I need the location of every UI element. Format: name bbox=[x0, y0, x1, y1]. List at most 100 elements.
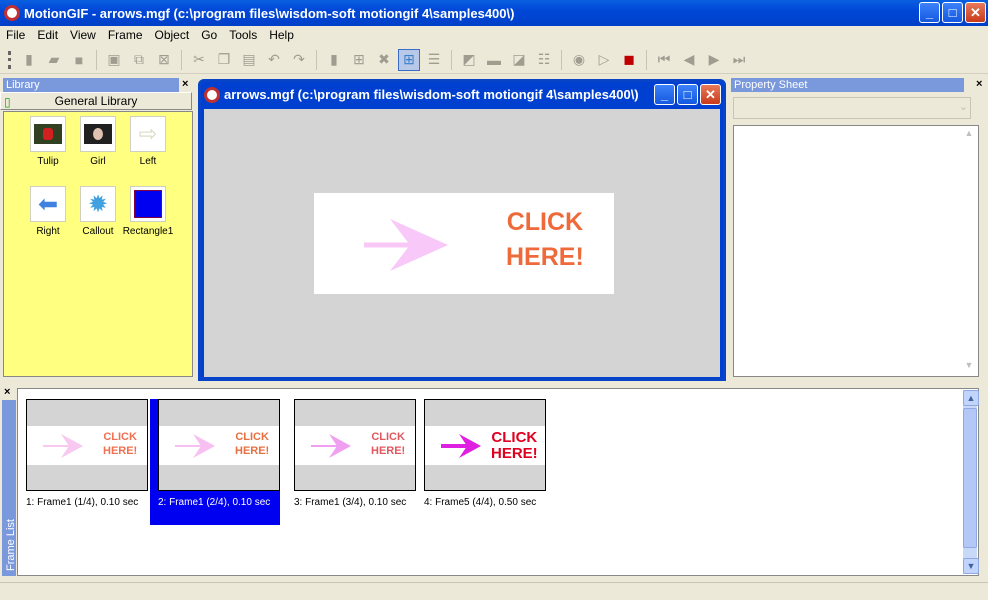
frame-list-scrollbar[interactable]: ▲ ▼ bbox=[962, 389, 979, 575]
toolbar-separator bbox=[451, 49, 452, 70]
open-icon[interactable]: ▰ bbox=[43, 49, 65, 71]
window-title: MotionGIF - arrows.mgf (c:\program files… bbox=[24, 5, 515, 21]
toolbar-separator bbox=[561, 49, 562, 70]
copy-icon[interactable]: ❐ bbox=[213, 49, 235, 71]
document-canvas[interactable]: CLICK HERE! bbox=[204, 109, 720, 377]
library-items-area: Tulip Girl ⇨ Left ⬅ Right ✹ Callout Rect… bbox=[3, 111, 193, 377]
undo-icon[interactable]: ↶ bbox=[263, 49, 285, 71]
property-list[interactable]: ▲ ▼ bbox=[733, 125, 979, 377]
animation-stage[interactable]: CLICK HERE! bbox=[314, 193, 614, 294]
preview-browser-icon[interactable]: ◉ bbox=[568, 49, 590, 71]
document-close-button[interactable]: ✕ bbox=[700, 84, 721, 105]
stop-icon[interactable]: ◼ bbox=[618, 49, 640, 71]
library-close-icon[interactable]: × bbox=[182, 78, 188, 90]
last-frame-icon[interactable]: ⏭ bbox=[728, 49, 750, 71]
frame-text: CLICK HERE! bbox=[371, 431, 406, 457]
page-icon[interactable]: ▮ bbox=[323, 49, 345, 71]
document-window: arrows.mgf (c:\program files\wisdom-soft… bbox=[198, 79, 726, 381]
library-item-label: Callout bbox=[82, 226, 114, 237]
toolbar-separator bbox=[181, 49, 182, 70]
maximize-button[interactable]: □ bbox=[942, 2, 963, 23]
checklist-icon[interactable]: ☷ bbox=[533, 49, 555, 71]
filmstrip-icon[interactable]: ▬ bbox=[483, 49, 505, 71]
property-sheet-close-icon[interactable]: × bbox=[976, 78, 982, 90]
previous-frame-icon[interactable]: ◀ bbox=[678, 49, 700, 71]
frame-text: CLICK HERE! bbox=[103, 431, 138, 457]
menu-file[interactable]: File bbox=[0, 28, 31, 42]
delete-frame-icon[interactable]: ⊠ bbox=[153, 49, 175, 71]
frame-item[interactable]: CLICK HERE! 4: Frame5 (4/4), 0.50 sec bbox=[416, 399, 546, 525]
frame-thumbnail: CLICK HERE! bbox=[26, 399, 148, 491]
cut-icon[interactable]: ✂ bbox=[188, 49, 210, 71]
document-title: arrows.mgf (c:\program files\wisdom-soft… bbox=[224, 87, 639, 102]
grid-icon[interactable]: ⊞ bbox=[348, 49, 370, 71]
property-sheet-title: Property Sheet bbox=[731, 78, 964, 92]
scroll-down-icon[interactable]: ▼ bbox=[962, 360, 976, 374]
paste-icon[interactable]: ▤ bbox=[238, 49, 260, 71]
image-properties-icon[interactable]: ◩ bbox=[458, 49, 480, 71]
document-title-bar: arrows.mgf (c:\program files\wisdom-soft… bbox=[201, 82, 723, 107]
save-icon[interactable]: ■ bbox=[68, 49, 90, 71]
frame-item[interactable]: CLICK HERE! 2: Frame1 (2/4), 0.10 sec bbox=[150, 399, 280, 525]
general-library-label: General Library bbox=[54, 94, 138, 108]
frame-thumbnail: CLICK HERE! bbox=[294, 399, 416, 491]
menu-help[interactable]: Help bbox=[263, 28, 300, 42]
library-title: Library bbox=[3, 78, 179, 92]
chevron-down-icon[interactable]: ⌄ bbox=[959, 100, 968, 113]
duplicate-frame-icon[interactable]: ⧉ bbox=[128, 49, 150, 71]
frame-list-title: Frame List bbox=[5, 519, 17, 571]
first-frame-icon[interactable]: ⏮ bbox=[653, 49, 675, 71]
library-item[interactable]: Rectangle1 bbox=[118, 186, 178, 237]
menu-frame[interactable]: Frame bbox=[102, 28, 149, 42]
add-frame-icon[interactable]: ▣ bbox=[103, 49, 125, 71]
frame-list-close-icon[interactable]: × bbox=[4, 386, 10, 398]
app-icon bbox=[4, 5, 20, 21]
scroll-down-icon[interactable]: ▼ bbox=[963, 558, 979, 574]
next-frame-icon[interactable]: ▶ bbox=[703, 49, 725, 71]
object-selector-dropdown[interactable]: ⌄ bbox=[733, 97, 971, 119]
document-icon bbox=[204, 86, 220, 103]
scroll-up-icon[interactable]: ▲ bbox=[963, 390, 979, 406]
layers-icon[interactable]: ◪ bbox=[508, 49, 530, 71]
redo-icon[interactable]: ↷ bbox=[288, 49, 310, 71]
tools-icon[interactable]: ✖ bbox=[373, 49, 395, 71]
click-text-line1: CLICK bbox=[506, 208, 584, 236]
thumbnail-view-icon[interactable]: ⊞ bbox=[398, 48, 420, 71]
frame-thumbnail: CLICK HERE! bbox=[424, 399, 546, 491]
rectangle-icon bbox=[130, 186, 166, 222]
scroll-thumb[interactable] bbox=[963, 408, 977, 548]
library-item[interactable]: ⇨ Left bbox=[118, 116, 178, 167]
general-library-button[interactable]: ▯ General Library bbox=[0, 92, 192, 110]
frame-arrow bbox=[441, 434, 481, 458]
minimize-button[interactable]: _ bbox=[919, 2, 940, 23]
menu-view[interactable]: View bbox=[64, 28, 102, 42]
scroll-up-icon[interactable]: ▲ bbox=[962, 128, 976, 142]
document-minimize-button[interactable]: _ bbox=[654, 84, 675, 105]
close-button[interactable]: ✕ bbox=[965, 2, 986, 23]
arrow-left-blue-icon: ⬅ bbox=[30, 186, 66, 222]
arrow-graphic[interactable] bbox=[362, 215, 462, 275]
click-here-text[interactable]: CLICK HERE! bbox=[506, 205, 584, 275]
frame-caption: 3: Frame1 (3/4), 0.10 sec bbox=[294, 497, 407, 508]
library-book-icon: ▯ bbox=[4, 95, 11, 109]
document-maximize-button[interactable]: □ bbox=[677, 84, 698, 105]
menu-tools[interactable]: Tools bbox=[223, 28, 263, 42]
girl-image-icon bbox=[80, 116, 116, 152]
play-icon[interactable]: ▷ bbox=[593, 49, 615, 71]
frame-arrow bbox=[311, 434, 351, 458]
frame-item[interactable]: CLICK HERE! 1: Frame1 (1/4), 0.10 sec bbox=[18, 399, 148, 525]
title-bar: MotionGIF - arrows.mgf (c:\program files… bbox=[0, 0, 988, 26]
frame-thumbnail: CLICK HERE! bbox=[158, 399, 280, 491]
frame-item[interactable]: CLICK HERE! 3: Frame1 (3/4), 0.10 sec bbox=[286, 399, 416, 525]
library-item-label: Right bbox=[36, 226, 60, 237]
frame-list-area: CLICK HERE! 1: Frame1 (1/4), 0.10 sec CLI… bbox=[17, 388, 979, 576]
menu-go[interactable]: Go bbox=[195, 28, 223, 42]
menu-bar: File Edit View Frame Object Go Tools Hel… bbox=[0, 26, 988, 44]
menu-object[interactable]: Object bbox=[149, 28, 196, 42]
toolbar-grip[interactable] bbox=[8, 50, 11, 69]
menu-edit[interactable]: Edit bbox=[31, 28, 64, 42]
toolbar-separator bbox=[96, 49, 97, 70]
list-view-icon[interactable]: ☰ bbox=[423, 49, 445, 71]
new-icon[interactable]: ▮ bbox=[18, 49, 40, 71]
toolbar-separator bbox=[316, 49, 317, 70]
